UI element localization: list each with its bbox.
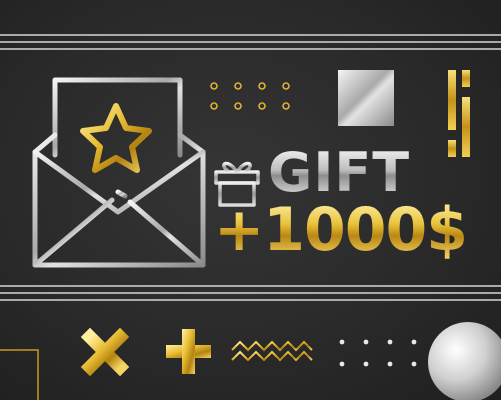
gold-bars <box>448 70 470 157</box>
gold-corner-frame <box>0 349 39 400</box>
plus-icon <box>166 329 211 374</box>
gift-label: GIFT <box>268 141 411 204</box>
silver-square <box>338 70 394 126</box>
dots-grid-bottom <box>339 339 417 367</box>
star-icon <box>80 103 152 173</box>
silver-circle <box>428 322 501 400</box>
top-stripes <box>0 34 501 50</box>
zigzag-icon <box>231 340 313 362</box>
dots-grid-top <box>210 82 290 110</box>
gift-card: GIFT +1000$ <box>0 0 501 400</box>
cross-icon <box>80 327 130 377</box>
bottom-stripes <box>0 285 501 301</box>
gift-amount: +1000$ <box>214 195 468 265</box>
